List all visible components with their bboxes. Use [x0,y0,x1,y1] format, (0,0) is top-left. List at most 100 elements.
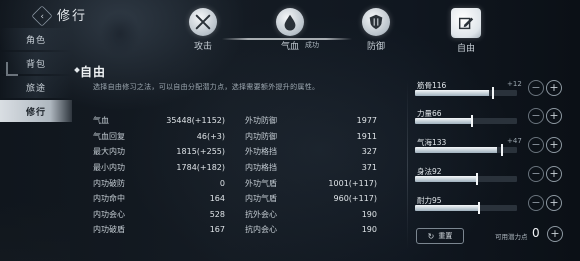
tab-health-sub: 成功 [305,41,319,49]
stat-row: 最小内功 1784(+182) [93,160,225,176]
stat-name: 气血回复 [93,131,125,141]
attribute-row: 耐力95 − + [415,195,565,217]
decrease-button[interactable]: − [528,166,544,182]
attribute-bar-fill [415,176,477,182]
stat-name: 内功命中 [93,194,125,204]
sidebar-item-label: 旅途 [25,83,46,94]
attribute-row: 身法92 − + [415,166,565,188]
stat-name: 内功破防 [93,178,125,188]
decrease-button[interactable]: − [528,80,544,96]
stat-value: 35448(+1152) [166,116,225,126]
stat-row: 内功格挡 371 [245,160,377,176]
decrease-button[interactable]: − [528,195,544,211]
stats-left-column: 气血 35448(+1152) 气血回复 46(+3) 最大内功 1815(+255)… [93,113,225,238]
stat-value: 190 [361,209,377,219]
attribute-bar-fill [415,147,497,153]
stat-row: 内功命中 164 [93,191,225,207]
refresh-icon: ↻ [427,231,435,241]
stat-name: 内功会心 [93,209,125,219]
attribute-bar-marker [471,115,473,127]
stat-row: 外功格挡 327 [245,144,377,160]
attribute-row: 气海133 +47 − + [415,137,565,159]
water-drop-icon [276,8,304,36]
attribute-bar-marker [501,144,503,156]
attribute-bar-fill [415,118,472,124]
stat-name: 内功破盾 [93,225,125,235]
sidebar-item-label: 背包 [25,59,46,70]
stat-name: 最小内功 [93,163,125,173]
attribute-bar-marker [476,173,478,185]
stat-row: 内功会心 528 [93,207,225,223]
attribute-row: 力量66 − + [415,108,565,130]
character-silhouette [80,0,160,70]
stat-value: 1815(+255) [176,147,225,157]
stat-value: 46(+3) [196,131,225,141]
tab-defense[interactable]: 防御 [351,8,401,52]
stat-row: 抗内会心 190 [245,222,377,238]
stat-name: 抗外会心 [245,209,277,219]
increase-button[interactable]: + [546,80,562,96]
stat-value: 1001(+117) [328,178,377,188]
attribute-bar [415,176,517,182]
decrease-button[interactable]: − [528,108,544,124]
tab-free[interactable]: 自由 [441,8,491,54]
stat-row: 内功防御 1911 [245,129,377,145]
increase-button[interactable]: + [546,137,562,153]
attribute-bar-fill [415,205,479,211]
section-title: 自由 [80,65,107,79]
stat-value: 1784(+182) [176,163,225,173]
stat-value: 327 [361,147,377,157]
stat-name: 外功气盾 [245,178,277,188]
stat-value: 371 [361,163,377,173]
increase-button[interactable]: + [546,108,562,124]
stat-row: 外功防御 1977 [245,113,377,129]
tab-attack[interactable]: 攻击 [178,8,228,52]
panel-divider [407,80,408,250]
reset-button[interactable]: ↻ 重置 [416,228,464,244]
stat-value: 528 [209,209,225,219]
stat-value: 1977 [356,116,377,126]
shield-icon [362,8,390,36]
stat-name: 外功防御 [245,116,277,126]
tab-label: 防御 [366,42,385,52]
attribute-row: 筋骨116 +12 − + [415,80,565,102]
stat-name: 抗内会心 [245,225,277,235]
attribute-bar-marker [492,87,494,99]
attribute-bar [415,90,517,96]
decrease-button[interactable]: − [528,137,544,153]
sidebar-item-label: 角色 [25,35,46,46]
stat-value: 167 [209,225,225,235]
stat-row: 气血回复 46(+3) [93,129,225,145]
stat-name: 内功防御 [245,131,277,141]
stat-value: 164 [209,194,225,204]
available-points-label: 可用潜力点 [495,233,528,241]
back-icon: ‹ [40,10,44,22]
sidebar: 角色 背包 旅途 修行 [0,28,72,124]
stat-row: 抗外会心 190 [245,207,377,223]
crossed-swords-icon [189,8,217,36]
stat-row: 气血 35448(+1152) [93,113,225,129]
reset-label: 重置 [438,232,453,240]
stat-name: 内功格挡 [245,163,277,173]
sidebar-item-cultivation[interactable]: 修行 [0,100,72,122]
increase-button[interactable]: + [546,195,562,211]
tab-divider-line [222,38,352,40]
stat-row: 外功气盾 1001(+117) [245,175,377,191]
stat-value: 1911 [356,131,377,141]
sidebar-item-journey[interactable]: 旅途 [0,76,72,98]
stat-row: 内功破防 0 [93,175,225,191]
bottom-shade [0,201,70,261]
sidebar-item-character[interactable]: 角色 [0,28,72,50]
stat-row: 最大内功 1815(+255) [93,144,225,160]
tab-label: 攻击 [193,42,212,52]
stat-row: 内功气盾 960(+117) [245,191,377,207]
stat-value: 0 [219,178,225,188]
edit-icon [451,8,481,38]
stat-name: 气血 [93,116,109,126]
stat-value: 190 [361,225,377,235]
attribute-bar-marker [478,202,480,214]
increase-button[interactable]: + [546,166,562,182]
page-title: 修行 [57,9,88,24]
attribute-bar [415,118,517,124]
add-points-button[interactable]: + [547,226,563,242]
